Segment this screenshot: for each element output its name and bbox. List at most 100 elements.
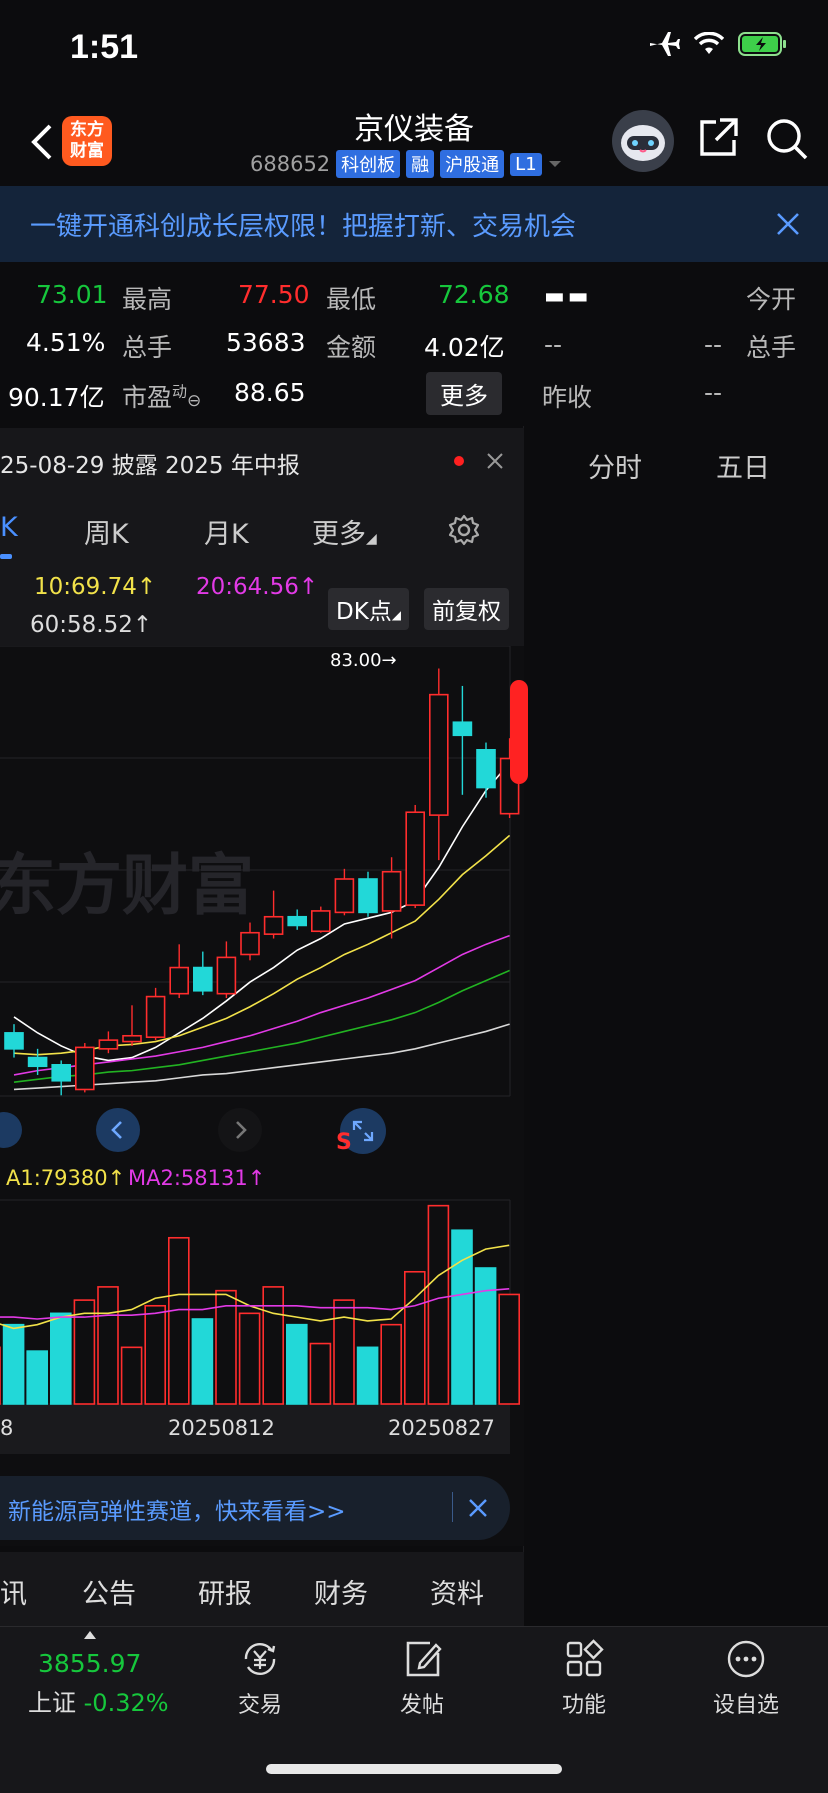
airplane-icon: [650, 32, 680, 56]
volume-bar: [498, 1293, 521, 1405]
chevron-right-icon: [236, 1121, 247, 1139]
unread-dot: [454, 456, 464, 466]
info-icon[interactable]: ⊖: [187, 391, 201, 411]
tab-daily-k[interactable]: K: [0, 512, 18, 543]
close-icon[interactable]: [776, 212, 800, 236]
nav-add-favorite[interactable]: 设自选: [686, 1637, 806, 1719]
candle: [169, 966, 189, 995]
volume-bars: [0, 1204, 521, 1405]
kline-chart-area[interactable]: 东方财富 83.00→ S A1:79380↑ MA2:58131↑ 8 202…: [0, 645, 524, 1546]
volume-bar: [120, 1346, 143, 1405]
tab-monthly-k[interactable]: 月K: [204, 512, 249, 551]
prev-button[interactable]: [96, 1108, 140, 1152]
report-notice[interactable]: 25-08-29 披露 2025 年中报: [0, 428, 524, 496]
candle: [98, 1039, 119, 1050]
status-bar: 1:51: [0, 0, 828, 100]
tab-news[interactable]: 讯: [0, 1572, 27, 1611]
tab-research[interactable]: 研报: [198, 1572, 252, 1611]
close-notice-icon[interactable]: [486, 452, 504, 470]
tab-intraday[interactable]: 分时: [588, 446, 642, 485]
volume-bar: [309, 1342, 332, 1405]
pct-value: 4.51%: [26, 328, 106, 357]
volume-label: 总手: [122, 333, 173, 362]
tab-profile[interactable]: 资料: [430, 1572, 484, 1611]
dk-button[interactable]: DK点◢: [328, 588, 410, 630]
sell-marker: S: [336, 1130, 352, 1155]
volume-bar: [26, 1350, 49, 1405]
quote-panel: 73.01 最高 77.50 最低 72.68 4.51% 总手 53683 金…: [0, 266, 828, 426]
volume-bar: [474, 1267, 497, 1405]
candle: [452, 721, 473, 737]
gear-icon[interactable]: [448, 514, 480, 546]
status-time: 1:51: [70, 28, 139, 66]
close-ad-icon[interactable]: [468, 1498, 488, 1518]
tab-finance[interactable]: 财务: [314, 1572, 368, 1611]
tab-more[interactable]: 更多◢: [312, 512, 377, 551]
search-icon[interactable]: [764, 116, 810, 162]
nav-trade[interactable]: 交易: [200, 1637, 320, 1719]
volume-bar: [144, 1304, 166, 1405]
nav-trade-label: 交易: [237, 1693, 282, 1718]
ma10-value: 10:69.74↑: [34, 574, 157, 600]
index-row[interactable]: 上证 -0.32%: [28, 1683, 169, 1718]
grid-icon: [566, 1639, 604, 1677]
dk-button-label: DK点: [336, 599, 392, 625]
candle: [216, 956, 237, 995]
adjust-button[interactable]: 前复权: [424, 588, 509, 630]
index-pct: -0.32%: [83, 1689, 169, 1717]
candle: [263, 915, 284, 935]
nav-post[interactable]: 发帖: [362, 1637, 482, 1719]
right-price-dash: ▬ ▬: [544, 284, 589, 309]
price-value: 73.01: [36, 280, 108, 309]
kline-chart[interactable]: 东方财富 83.00→: [0, 645, 524, 1546]
more-button[interactable]: 更多: [426, 372, 502, 415]
right-dash-2: --: [704, 330, 723, 359]
low-label: 最低: [326, 285, 377, 314]
chevron-left-icon: [111, 1121, 122, 1139]
status-icons: [648, 30, 788, 58]
volume-bar: [49, 1312, 72, 1405]
candle: [310, 910, 331, 933]
x-label-right: 20250827: [388, 1416, 495, 1440]
corner-caret-icon: ◢: [366, 531, 377, 547]
high-label: 最高: [122, 285, 173, 314]
promo-banner[interactable]: 一键开通科创成长层权限！把握打新、交易机会: [0, 186, 828, 262]
caret-down-icon: [548, 161, 561, 167]
stock-code-row[interactable]: 688652 科创板 融 沪股通 L1: [250, 150, 562, 178]
candle: [4, 1032, 24, 1050]
tab-announcements[interactable]: 公告: [82, 1572, 136, 1611]
low-value: 72.68: [438, 280, 510, 309]
volume-bar: [427, 1204, 450, 1405]
home-indicator: [266, 1764, 562, 1774]
ma-legend: 10:69.74↑ 20:64.56↑ 60:58.52↑ DK点◢ 前复权: [0, 566, 524, 646]
tab-five-day[interactable]: 五日: [716, 446, 770, 485]
assistant-avatar[interactable]: [612, 110, 674, 172]
tab-more-label: 更多: [312, 519, 366, 550]
volume-bar: [191, 1318, 214, 1405]
ad-banner[interactable]: 新能源高弹性赛道，快来看看>>: [0, 1476, 510, 1540]
ad-divider: [452, 1492, 453, 1522]
next-button[interactable]: [218, 1108, 262, 1152]
vol-ma2-value: MA2:58131↑: [128, 1166, 266, 1190]
index-value[interactable]: 3855.97: [38, 1649, 141, 1678]
volume-bar: [73, 1299, 96, 1405]
nav-functions[interactable]: 功能: [524, 1637, 644, 1719]
tab-weekly-k[interactable]: 周K: [84, 512, 129, 551]
trade-icon: [244, 1643, 276, 1675]
mcap-value: 90.17亿: [8, 383, 105, 412]
candle: [240, 931, 260, 956]
prev-close-label: 昨收: [542, 383, 593, 412]
volume-bar: [97, 1286, 119, 1405]
high-value: 77.50: [238, 280, 310, 309]
pe-value: 88.65: [234, 378, 306, 407]
candle: [145, 995, 166, 1039]
max-price-label: 83.00→: [330, 650, 397, 671]
tag-level: L1: [510, 152, 542, 176]
nav-post-label: 发帖: [399, 1693, 444, 1718]
candle: [193, 966, 213, 992]
more-dots-icon: [727, 1640, 765, 1678]
pe-label: 市盈动⊖: [122, 378, 201, 414]
index-name: 上证: [28, 1689, 76, 1717]
active-tab-indicator: [0, 554, 12, 559]
share-icon[interactable]: [696, 116, 740, 160]
